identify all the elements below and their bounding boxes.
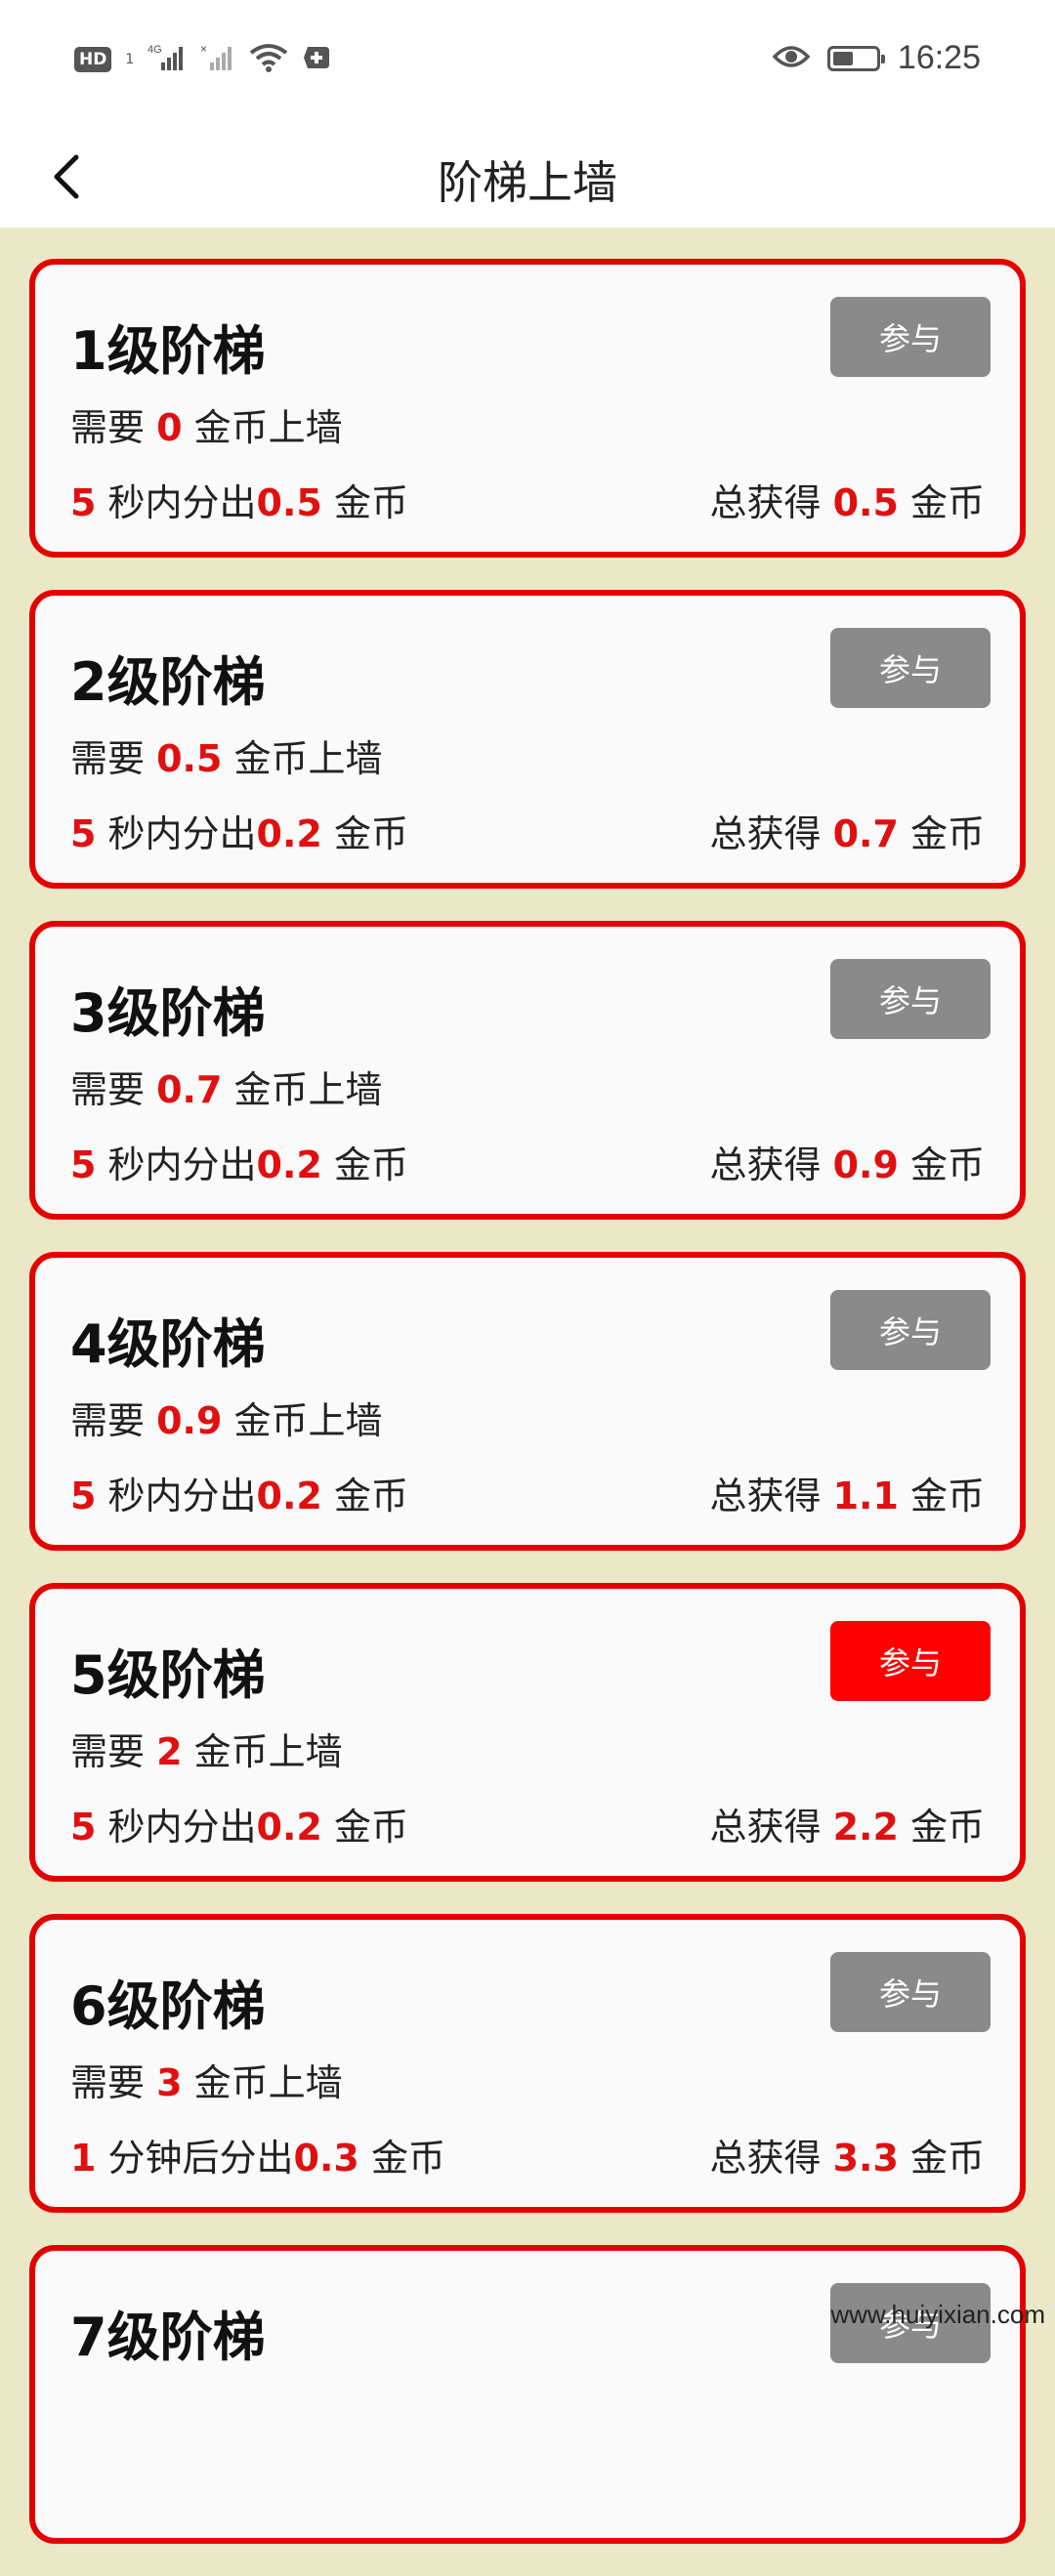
required-coins: 需要 2 金币上墙 <box>70 1730 343 1773</box>
join-button[interactable]: 参与 <box>830 1952 991 2032</box>
required-coins: 需要 3 金币上墙 <box>70 2061 343 2104</box>
ladder-card: 4级阶梯 参与 需要 0.9 金币上墙 5 秒内分出0.2 金币 总获得 1.1… <box>29 1252 1026 1551</box>
cell-signal-icon: 4G <box>148 43 187 76</box>
ladder-title: 2级阶梯 <box>70 651 266 713</box>
ladder-list: 1级阶梯 参与 需要 0 金币上墙 5 秒内分出0.5 金币 总获得 0.5 金… <box>29 259 1026 2576</box>
ladder-card: 6级阶梯 参与 需要 3 金币上墙 1 分钟后分出0.3 金币 总获得 3.3 … <box>29 1914 1026 2213</box>
battery-icon <box>826 45 885 71</box>
page-title: 阶梯上墙 <box>438 156 617 209</box>
ladder-title: 4级阶梯 <box>70 1313 266 1375</box>
hd-badge: HD <box>74 47 112 72</box>
payout-rule: 5 秒内分出0.2 金币 <box>70 812 408 855</box>
ladder-title: 1级阶梯 <box>70 320 266 382</box>
ladder-card: 7级阶梯 参与 <box>29 2245 1026 2544</box>
join-button[interactable]: 参与 <box>830 297 991 377</box>
status-bar: HD 1 4G × 16:25 <box>0 0 1055 122</box>
wifi-icon <box>249 43 288 76</box>
total-earned: 总获得 0.9 金币 <box>709 1143 985 1186</box>
status-left-icons: HD 1 4G × <box>74 42 331 76</box>
status-right-icons: 16:25 <box>772 39 981 77</box>
payout-rule: 1 分钟后分出0.3 金币 <box>70 2137 445 2180</box>
total-earned: 总获得 0.7 金币 <box>709 812 985 855</box>
ladder-title: 3级阶梯 <box>70 982 266 1044</box>
required-coins: 需要 0.9 金币上墙 <box>70 1399 383 1442</box>
join-button[interactable]: 参与 <box>830 1621 991 1701</box>
join-button[interactable]: 参与 <box>830 1290 991 1370</box>
total-earned: 总获得 2.2 金币 <box>709 1806 985 1849</box>
required-coins: 需要 0.5 金币上墙 <box>70 737 383 780</box>
total-earned: 总获得 3.3 金币 <box>709 2137 985 2180</box>
payout-rule: 5 秒内分出0.2 金币 <box>70 1806 408 1849</box>
cell-signal-2-icon: × <box>200 42 235 76</box>
required-coins: 需要 0 金币上墙 <box>70 406 343 449</box>
sim-indicator: 1 <box>125 52 135 67</box>
plus-notification-icon <box>302 45 331 74</box>
total-earned: 总获得 1.1 金币 <box>709 1475 985 1517</box>
ladder-card: 2级阶梯 参与 需要 0.5 金币上墙 5 秒内分出0.2 金币 总获得 0.7… <box>29 590 1026 889</box>
join-button[interactable]: 参与 <box>830 628 991 708</box>
payout-rule: 5 秒内分出0.5 金币 <box>70 481 408 524</box>
payout-rule: 5 秒内分出0.2 金币 <box>70 1475 408 1517</box>
ladder-card: 1级阶梯 参与 需要 0 金币上墙 5 秒内分出0.5 金币 总获得 0.5 金… <box>29 259 1026 558</box>
total-earned: 总获得 0.5 金币 <box>709 481 985 524</box>
ladder-title: 6级阶梯 <box>70 1975 266 2037</box>
ladder-card: 3级阶梯 参与 需要 0.7 金币上墙 5 秒内分出0.2 金币 总获得 0.9… <box>29 921 1026 1220</box>
watermark: www.huiyixian.com <box>830 2300 1045 2329</box>
join-button[interactable]: 参与 <box>830 959 991 1039</box>
svg-text:×: × <box>200 43 207 56</box>
payout-rule: 5 秒内分出0.2 金币 <box>70 1143 408 1186</box>
nav-bar: 阶梯上墙 <box>0 122 1055 228</box>
network-type-label: 4G <box>148 44 162 56</box>
required-coins: 需要 0.7 金币上墙 <box>70 1068 383 1111</box>
ladder-title: 5级阶梯 <box>70 1644 266 1706</box>
ladder-title: 7级阶梯 <box>70 2306 266 2368</box>
ladder-card: 5级阶梯 参与 需要 2 金币上墙 5 秒内分出0.2 金币 总获得 2.2 金… <box>29 1583 1026 1882</box>
eye-icon <box>772 43 811 74</box>
clock: 16:25 <box>897 39 981 76</box>
